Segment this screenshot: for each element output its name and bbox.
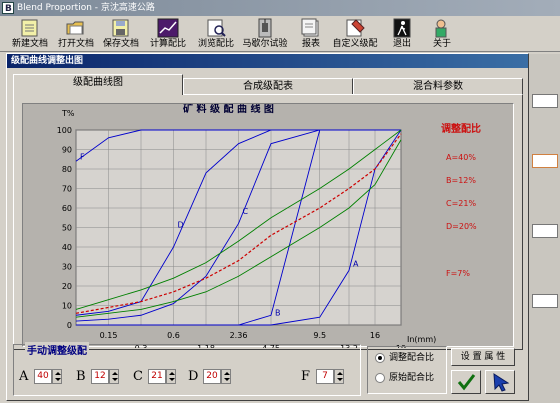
report-button[interactable]: 报表	[296, 18, 326, 52]
open-document-button[interactable]: 打开文档	[56, 18, 96, 52]
radio-adjusted-ratio[interactable]: 调整配合比	[375, 351, 434, 365]
tab-mixture-parameters[interactable]: 混合料参数	[353, 78, 523, 95]
x-tick-label: 9.5	[313, 331, 326, 340]
x-tick-label: 16	[370, 331, 380, 340]
report-icon	[300, 18, 322, 38]
x-axis-label: In(mm)	[407, 335, 436, 344]
radio-label: 原始配合比	[389, 373, 435, 383]
ratio-label: D	[188, 369, 199, 384]
marshall-test-button[interactable]: 马歇尔试验	[240, 18, 290, 52]
ratio-input[interactable]: 12	[91, 369, 109, 384]
new-document-icon	[19, 18, 41, 38]
custom-grading-icon	[344, 18, 366, 38]
legend-item: F=7%	[446, 269, 470, 278]
exit-icon	[391, 18, 413, 38]
x-tick-label: 2.36	[230, 331, 248, 340]
grading-chart: 01020304050607080901000.150.62.369.5160.…	[57, 104, 481, 348]
ok-button[interactable]	[451, 370, 481, 394]
browse-ratio-button[interactable]: 浏览配比	[196, 18, 236, 52]
radio-original-ratio[interactable]: 原始配合比	[375, 371, 434, 385]
background-field	[532, 94, 558, 108]
exit-button[interactable]: 退出	[390, 18, 414, 52]
settings-button[interactable]: 设 置 属 性	[451, 348, 515, 366]
legend-title: 调整配比	[441, 122, 481, 135]
ratio-input[interactable]: 21	[148, 369, 166, 384]
radio-button	[375, 353, 385, 363]
radio-button	[375, 373, 385, 383]
checkmark-icon	[457, 374, 476, 391]
app-title: Blend Proportion - 京沈高速公路	[17, 3, 155, 13]
tab-synthetic-grading-table[interactable]: 合成级配表	[183, 78, 353, 95]
ratio-spinner[interactable]	[52, 369, 62, 384]
series-label: D	[178, 221, 184, 230]
ratio-label: A	[19, 369, 29, 384]
tab-panel: 01020304050607080901000.150.62.369.5160.…	[13, 94, 523, 350]
series-label: B	[275, 308, 281, 317]
open-folder-icon	[65, 18, 87, 38]
background-field	[532, 154, 558, 168]
legend-item: D=20%	[446, 222, 477, 231]
about-button[interactable]: 关于	[430, 18, 454, 52]
x-tick-label: 0.6	[167, 331, 180, 340]
ratio-label: B	[76, 369, 86, 384]
browse-ratio-icon	[205, 18, 227, 38]
calculate-ratio-button[interactable]: 计算配比	[148, 18, 188, 52]
arrow-pointer-icon	[493, 373, 510, 392]
ratio-spinner[interactable]	[221, 369, 231, 384]
y-tick-label: 0	[67, 321, 72, 330]
radio-label: 调整配合比	[389, 353, 435, 363]
ratio-label: F	[301, 369, 311, 384]
ratio-spinner[interactable]	[109, 369, 119, 384]
y-tick-label: 40	[62, 243, 72, 252]
series-label: A	[353, 260, 359, 269]
y-tick-label: 90	[62, 146, 72, 155]
y-tick-label: 20	[62, 282, 72, 291]
ratio-spinner[interactable]	[334, 369, 344, 384]
x-tick-label: 0.15	[100, 331, 118, 340]
y-tick-label: 10	[62, 302, 72, 311]
ratio-input[interactable]: 20	[203, 369, 221, 384]
y-tick-label: 70	[62, 185, 72, 194]
save-document-button[interactable]: 保存文档	[101, 18, 141, 52]
app-icon	[2, 1, 14, 17]
pointer-button[interactable]	[485, 370, 515, 394]
y-tick-label: 60	[62, 204, 72, 213]
toolbar: 新建文档 打开文档 保存文档 计算配比 浏览配比 马歇尔试验 报表 自定义级配 …	[0, 16, 560, 52]
ratio-label: C	[133, 369, 143, 384]
dialog-title: 级配曲线调整出图	[7, 54, 528, 68]
y-axis-label: T%	[61, 109, 75, 118]
about-icon	[431, 18, 453, 38]
new-document-button[interactable]: 新建文档	[10, 18, 50, 52]
tab-strip: 级配曲线图 合成级配表 混合料参数	[13, 74, 523, 95]
legend-item: B=12%	[446, 176, 476, 185]
app-window: { "app": { "title": "Blend Proportion - …	[0, 0, 560, 403]
ratio-input[interactable]: 7	[316, 369, 334, 384]
legend-item: C=21%	[446, 199, 476, 208]
chart-title: 矿 料 级 配 曲 线 图	[183, 104, 274, 115]
y-tick-label: 100	[57, 126, 72, 135]
app-title-bar: Blend Proportion - 京沈高速公路	[0, 0, 560, 17]
save-document-icon	[110, 18, 132, 38]
series-label: C	[243, 207, 249, 216]
grading-curve-dialog: 级配曲线调整出图 级配曲线图 合成级配表 混合料参数 0 10 20 30 40 50 60…	[6, 53, 529, 401]
series-label: F	[80, 152, 85, 161]
calculate-chart-icon	[157, 18, 179, 38]
manual-adjust-title: 手动调整级配	[25, 342, 89, 357]
custom-grading-button[interactable]: 自定义级配	[331, 18, 379, 52]
y-tick-label: 50	[62, 224, 72, 233]
y-tick-label: 30	[62, 263, 72, 272]
legend-item: A=40%	[446, 153, 476, 162]
y-tick-label: 80	[62, 165, 72, 174]
background-field	[532, 224, 558, 238]
background-field	[532, 294, 558, 308]
marshall-test-icon	[254, 18, 276, 38]
chart-area: 01020304050607080901000.150.62.369.5160.…	[22, 103, 514, 348]
tab-grading-curve[interactable]: 级配曲线图	[13, 74, 183, 95]
ratio-spinner[interactable]	[166, 369, 176, 384]
ratio-input[interactable]: 40	[34, 369, 52, 384]
